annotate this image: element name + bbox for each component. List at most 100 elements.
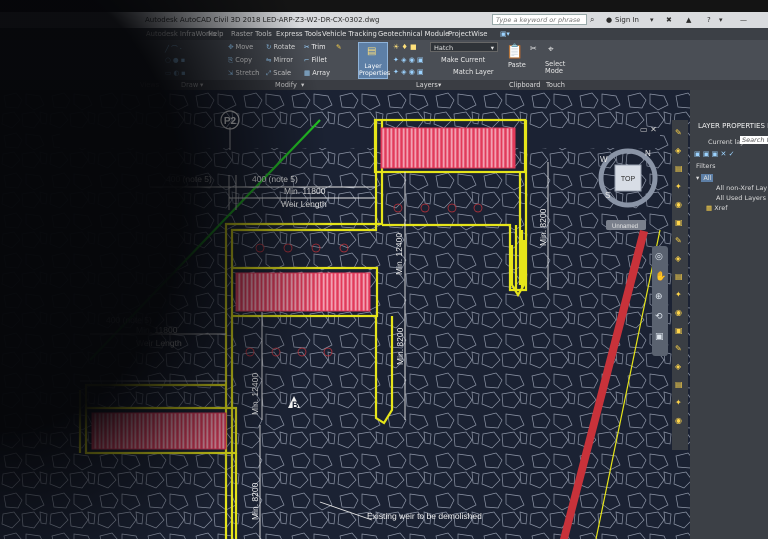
- p2-callout-label: P2: [224, 116, 237, 127]
- cart-icon[interactable]: ✖: [666, 12, 672, 28]
- help-chevron-icon[interactable]: ▾: [719, 12, 723, 28]
- pan-icon[interactable]: ✋: [655, 272, 666, 282]
- pencil-icon[interactable]: ✎: [336, 43, 342, 51]
- panel-views[interactable]: Views: [140, 80, 159, 90]
- array-button[interactable]: ▦ Array: [304, 69, 330, 77]
- cut-icon[interactable]: ✂: [530, 44, 537, 53]
- layer-tools-icons[interactable]: ✦ ◈ ◉ ▣: [393, 56, 424, 64]
- tab-extra-icon[interactable]: ▣▾: [500, 28, 510, 40]
- select-mode-icon[interactable]: ⌖: [548, 44, 554, 55]
- palette-title: LAYER PROPERTIES MAN: [698, 122, 768, 130]
- layer-tool-strip: ✎ ◈ ▤ ✦ ◉ ▣ ✎ ◈ ▤ ✦ ◉ ▣ ✎ ◈ ▤ ✦ ◉: [672, 120, 688, 450]
- match-layer-button[interactable]: Match Layer: [453, 68, 494, 76]
- showmotion-icon[interactable]: ▣: [655, 332, 664, 342]
- draw-circle-icon[interactable]: ○ ● ▪: [165, 56, 185, 64]
- layer-state-icons[interactable]: ☀ ♦ ■: [393, 43, 417, 51]
- filter-item-non-xref[interactable]: All non-Xref Lay: [716, 184, 767, 192]
- hatch-block-bottom: [91, 412, 227, 450]
- panel-clipboard[interactable]: Clipboard: [509, 80, 541, 90]
- weir-length-top-label: Weir Length: [281, 199, 327, 209]
- filter-item-all[interactable]: ▾ All: [696, 174, 714, 182]
- window-title: Autodesk AutoCAD Civil 3D 2018 LED-ARP-Z…: [145, 16, 380, 24]
- search-icon[interactable]: ⌕: [590, 12, 594, 28]
- dim-400-mid-label: 400 (note 5): [106, 315, 152, 325]
- palette-toolbar-icons[interactable]: ▣ ▣ ▣ ✕ ✓: [694, 150, 734, 158]
- hatch-block-top: [380, 127, 516, 169]
- paste-icon[interactable]: 📋: [506, 44, 523, 60]
- min-8200-middle-label: Min. 8200: [395, 327, 405, 365]
- existing-weir-note: Existing weir to be demolished: [367, 511, 482, 521]
- expand-icon[interactable]: ▾: [696, 174, 699, 182]
- compass-north-label: N: [645, 149, 651, 158]
- navigation-bar[interactable]: ◎ ✋ ⊕ ⟲ ▣: [652, 246, 668, 356]
- compass-west-label: W: [600, 155, 608, 164]
- exchange-icon[interactable]: ▲: [686, 12, 691, 28]
- dropdown-chevron-icon[interactable]: ▾: [650, 12, 654, 28]
- weir-length-left-label: Weir Length: [136, 338, 182, 348]
- draw-line-icon[interactable]: ╱ ⌒ ·: [165, 43, 182, 53]
- rotate-button[interactable]: ↻ Rotate: [266, 43, 295, 51]
- user-icon: ●: [606, 16, 613, 24]
- ribbon-panel-titles: Views Draw ▾ Modify ▾ Layers ▾ Clipboard…: [0, 80, 768, 90]
- tab-vehicle-tracking[interactable]: Vehicle Tracking: [322, 28, 377, 40]
- panel-layers-chevron-icon[interactable]: ▾: [438, 80, 441, 90]
- dim-400-left-label: 400 (note 5): [166, 174, 212, 184]
- trim-button[interactable]: ✂ Trim: [304, 43, 326, 51]
- sign-in-button[interactable]: Sign In: [615, 12, 639, 28]
- min-11800-left-label: Min. 11800: [136, 325, 178, 335]
- tab-raster-tools[interactable]: Raster Tools: [231, 28, 272, 40]
- layer-properties-palette: LAYER PROPERTIES MAN Current layer Searc…: [690, 90, 768, 539]
- scale-button[interactable]: ⤢ Scale: [266, 69, 291, 78]
- filter-item-used-layers[interactable]: All Used Layers: [716, 194, 766, 202]
- tab-geotechnical[interactable]: Geotechnical Module: [378, 28, 449, 40]
- monitor-bezel: [0, 0, 768, 12]
- filter-item-xref[interactable]: ▦ Xref: [706, 204, 728, 212]
- tab-express-tools[interactable]: Express Tools: [276, 28, 321, 40]
- compass-south-label: S: [605, 191, 610, 200]
- viewcube-top-label: TOP: [621, 176, 636, 183]
- zoom-icon[interactable]: ⊕: [655, 292, 663, 302]
- hatch-block-middle: [235, 272, 371, 312]
- layer-tool-icons[interactable]: ✎ ◈ ▤ ✦ ◉ ▣ ✎ ◈ ▤ ✦ ◉ ▣ ✎ ◈ ▤ ✦ ◉: [675, 124, 685, 430]
- min-11800-top-label: Min. 11800: [284, 186, 326, 196]
- panel-draw-chevron-icon[interactable]: ▾: [200, 80, 203, 90]
- panel-modify-chevron-icon[interactable]: ▾: [301, 80, 304, 90]
- min-12400-right-label: Min. 12400: [394, 233, 404, 275]
- tab-projectwise[interactable]: ProjectWise: [448, 28, 487, 40]
- copy-button[interactable]: ⎘ Copy: [228, 56, 252, 65]
- orbit-icon[interactable]: ⟲: [655, 312, 663, 322]
- model-space-canvas[interactable]: P2 400 (note 5) 400 (note 5) Min. 11800 …: [0, 90, 690, 539]
- panel-layers[interactable]: Layers: [416, 80, 438, 90]
- autocad-window: Autodesk AutoCAD Civil 3D 2018 LED-ARP-Z…: [0, 0, 768, 539]
- title-bar: Autodesk AutoCAD Civil 3D 2018 LED-ARP-Z…: [0, 12, 768, 28]
- layer-stack-icon: ▤: [367, 46, 377, 57]
- stretch-button[interactable]: ⇲ Stretch: [228, 69, 259, 77]
- select-mode-button[interactable]: Select Mode: [545, 61, 569, 75]
- make-current-button[interactable]: Make Current: [441, 56, 485, 64]
- dim-400-right-label: 400 (note 5): [252, 174, 298, 184]
- move-button[interactable]: ✥ Move: [228, 43, 253, 51]
- layer-tools-icons-2[interactable]: ✦ ◈ ◉ ▣: [393, 68, 424, 76]
- help-icon[interactable]: ?: [707, 12, 711, 28]
- ucs-menu-label: Unnamed: [612, 224, 638, 230]
- filters-label: Filters: [696, 162, 716, 170]
- min-8200-lower-label: Min. 8200: [250, 482, 260, 520]
- viewport-controls-icon[interactable]: ▭ ✕: [640, 125, 657, 134]
- steering-wheel-icon[interactable]: ◎: [655, 252, 663, 262]
- panel-modify[interactable]: Modify: [275, 80, 297, 90]
- search-input[interactable]: Type a keyword or phrase: [492, 14, 587, 25]
- panel-draw[interactable]: Draw: [181, 80, 198, 90]
- mirror-button[interactable]: ⇋ Mirror: [266, 56, 293, 64]
- paste-button[interactable]: Paste: [508, 61, 526, 69]
- tab-infraworks[interactable]: Autodesk InfraWorks: [146, 28, 216, 40]
- min-8200-right-label: Min. 8200: [538, 208, 548, 246]
- tab-help[interactable]: Help: [208, 28, 224, 40]
- canvas-blank-band-top: [60, 128, 660, 148]
- layer-dropdown[interactable]: Hatch ▾: [430, 42, 498, 52]
- minimize-icon[interactable]: —: [740, 12, 747, 28]
- draw-rect-icon[interactable]: ▭ ◐ ▪: [165, 69, 186, 77]
- fillet-button[interactable]: ⌐ Fillet: [304, 56, 327, 64]
- ribbon-tabs: Autodesk InfraWorks Help Raster Tools Ex…: [0, 28, 768, 40]
- layer-search-input[interactable]: Search fo: [740, 136, 768, 144]
- panel-touch[interactable]: Touch: [546, 80, 565, 90]
